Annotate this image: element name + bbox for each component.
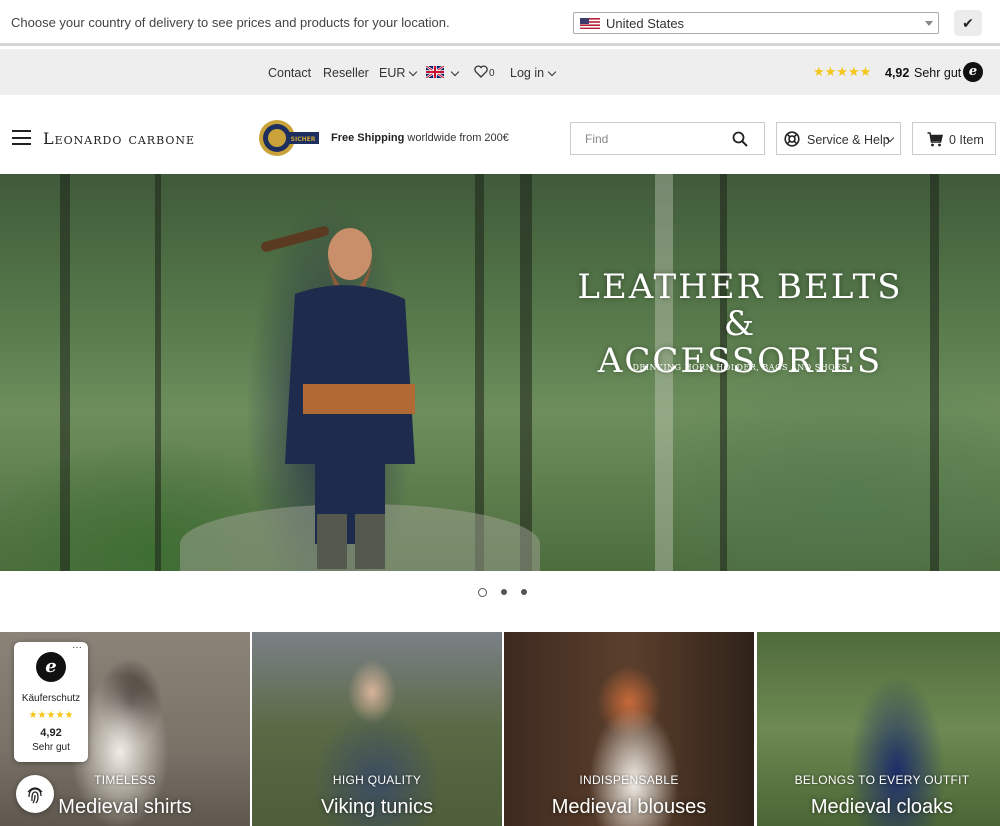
contact-link[interactable]: Contact	[268, 66, 311, 80]
search-input[interactable]	[585, 132, 725, 146]
lifebuoy-icon	[784, 131, 800, 147]
language-dropdown[interactable]	[447, 66, 460, 80]
rating-score: 4,92	[885, 66, 910, 80]
rating-word: Sehr gut	[914, 66, 962, 80]
country-select-value: United States	[606, 16, 685, 31]
chevron-down-icon	[547, 67, 557, 77]
trusted-shops-badge[interactable]: ··· e Käuferschutz ★★★★★ 4,92 Sehr gut	[14, 642, 88, 762]
us-flag-icon	[580, 18, 600, 29]
currency-dropdown[interactable]: EUR	[379, 66, 418, 80]
category-tile-viking-tunics[interactable]: HIGH QUALITY Viking tunics	[252, 632, 502, 826]
heart-icon[interactable]	[474, 65, 488, 78]
login-dropdown[interactable]: Log in	[510, 66, 557, 80]
category-tagline: HIGH QUALITY	[332, 773, 422, 787]
confirm-country-button[interactable]: ✔	[954, 10, 982, 36]
slider-dot-2[interactable]	[501, 589, 507, 595]
reseller-link[interactable]: Reseller	[323, 66, 369, 80]
buyer-protection-label: Käuferschutz	[21, 693, 81, 704]
cart-count-label: 0 Item	[949, 133, 984, 147]
service-help-label: Service & Help	[807, 133, 890, 147]
hero-title-line-1: LEATHER BELTS &	[577, 267, 903, 344]
shipping-bold: Free Shipping	[331, 132, 405, 144]
slider-dot-1[interactable]	[478, 588, 487, 597]
trusted-shops-icon[interactable]: e	[963, 62, 983, 82]
fingerprint-button[interactable]	[16, 775, 54, 813]
category-title: Medieval cloaks	[810, 796, 954, 818]
fingerprint-icon	[27, 787, 43, 804]
cart-icon	[927, 132, 943, 147]
slider-dot-3[interactable]	[521, 589, 527, 595]
category-title: Viking tunics	[321, 796, 433, 818]
secure-shopping-seal-icon: SICHER	[259, 120, 319, 156]
uk-flag-icon[interactable]	[426, 66, 444, 78]
site-logo[interactable]: Leonardo carbone	[43, 129, 195, 148]
category-tagline: BELONGS TO EVERY OUTFIT	[794, 773, 970, 787]
cart-button[interactable]: 0 Item	[912, 122, 996, 155]
search-box	[570, 122, 765, 155]
badge-stars: ★★★★★	[28, 710, 74, 721]
service-help-button[interactable]: Service & Help	[776, 122, 901, 155]
hero-subtitle: DRINKING HORN HOLDER, BAGS AND SHOES	[632, 363, 848, 372]
category-tagline: INDISPENSABLE	[579, 773, 679, 787]
badge-rating-word: Sehr gut	[32, 742, 70, 753]
currency-label: EUR	[379, 66, 406, 80]
category-tile-medieval-blouses[interactable]: INDISPENSABLE Medieval blouses	[504, 632, 754, 826]
login-label: Log in	[510, 66, 545, 80]
hamburger-icon[interactable]	[12, 130, 31, 145]
chevron-down-icon	[409, 67, 418, 77]
top-nav: Contact Reseller EUR 0 Log in ★★★★★ 4,92…	[0, 49, 1000, 95]
hero-viking-figure	[261, 226, 415, 569]
more-options-icon[interactable]: ···	[72, 642, 82, 653]
shipping-rest: worldwide from 200€	[404, 132, 509, 144]
trusted-shops-logo-icon: e	[36, 652, 66, 682]
country-message: Choose your country of delivery to see p…	[11, 15, 450, 30]
country-bar: Choose your country of delivery to see p…	[0, 0, 1000, 46]
category-tile-medieval-cloaks[interactable]: BELONGS TO EVERY OUTFIT Medieval cloaks	[757, 632, 1000, 826]
hero-title-line-2: ACCESSORIES	[597, 341, 883, 381]
wishlist-count: 0	[489, 68, 495, 79]
chevron-down-icon	[450, 67, 460, 77]
seal-text: SICHER	[291, 136, 316, 143]
rating-stars: ★★★★★	[813, 64, 872, 79]
hero-banner[interactable]: LEATHER BELTS & ACCESSORIES DRINKING HOR…	[0, 174, 1000, 571]
badge-score: 4,92	[40, 727, 62, 739]
free-shipping-notice: Free Shipping worldwide from 200€	[331, 132, 509, 144]
country-select[interactable]: United States	[573, 12, 939, 34]
category-title: Medieval blouses	[551, 796, 707, 818]
search-icon[interactable]	[732, 131, 748, 147]
dropdown-arrow-icon	[925, 21, 933, 26]
